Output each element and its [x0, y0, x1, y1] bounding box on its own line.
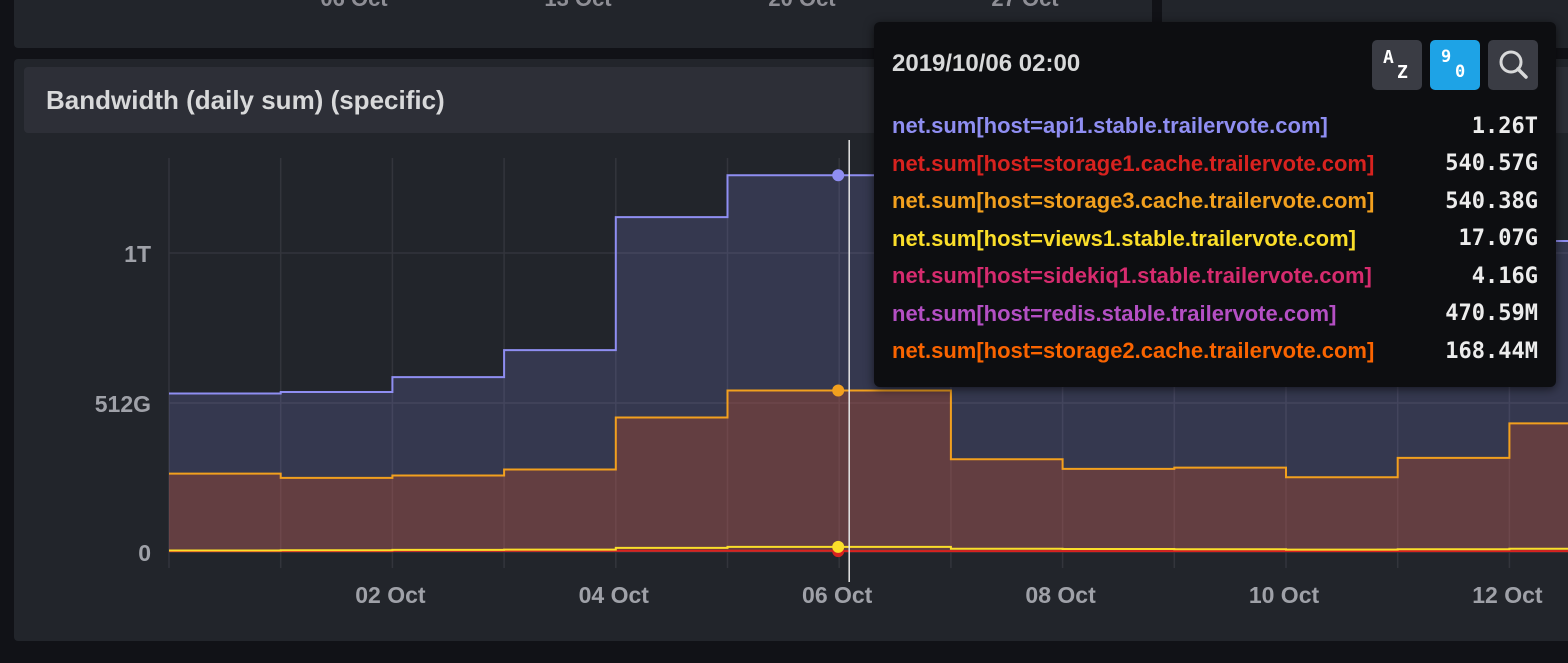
sort-alpha-button[interactable]: A Z: [1372, 40, 1422, 90]
tooltip-row: net.sum[host=storage2.cache.trailervote.…: [892, 335, 1538, 367]
sort-value-button[interactable]: 9 0: [1430, 40, 1480, 90]
y-tick-label: 1T: [124, 241, 151, 267]
search-icon: [1499, 50, 1528, 79]
search-button[interactable]: [1488, 40, 1538, 90]
tooltip-row: net.sum[host=redis.stable.trailervote.co…: [892, 298, 1538, 330]
tooltip-series-name: net.sum[host=storage3.cache.trailervote.…: [892, 188, 1375, 213]
tooltip-series-value: 4.16G: [1471, 263, 1538, 289]
hover-point: [832, 540, 845, 553]
tooltip-row: net.sum[host=storage1.cache.trailervote.…: [892, 148, 1538, 180]
sort-alpha-bottom: Z: [1397, 62, 1408, 83]
tooltip-row: net.sum[host=views1.stable.trailervote.c…: [892, 223, 1538, 255]
tooltip-row: net.sum[host=storage3.cache.trailervote.…: [892, 185, 1538, 217]
tooltip-series-value: 168.44M: [1445, 338, 1538, 364]
x-tick-label: 04 Oct: [579, 582, 650, 608]
x-tick-label: 06 Oct: [802, 582, 873, 608]
tooltip-series-value: 17.07G: [1458, 226, 1538, 251]
tooltip-row: net.sum[host=sidekiq1.stable.trailervote…: [892, 260, 1538, 292]
hover-point: [832, 169, 845, 182]
x-tick-label: 08 Oct: [1025, 582, 1096, 608]
x-tick-label: 10 Oct: [1249, 582, 1320, 608]
tooltip-series-value: 540.38G: [1445, 188, 1538, 214]
tooltip-series-name: net.sum[host=views1.stable.trailervote.c…: [892, 225, 1356, 251]
tooltip-series-name: net.sum[host=api1.stable.trailervote.com…: [892, 113, 1328, 138]
y-tick-label: 512G: [95, 391, 151, 417]
hover-point: [832, 384, 845, 397]
tooltip-series-name: net.sum[host=storage2.cache.trailervote.…: [892, 338, 1375, 363]
y-tick-label: 0: [138, 540, 151, 566]
tooltip-series-name: net.sum[host=sidekiq1.stable.trailervote…: [892, 263, 1372, 288]
sort-alpha-top: A: [1383, 47, 1394, 68]
sort-value-top: 9: [1441, 47, 1452, 67]
tooltip-series-name: net.sum[host=storage1.cache.trailervote.…: [892, 150, 1375, 176]
x-tick-label: 12 Oct: [1472, 582, 1543, 608]
tooltip-series-name: net.sum[host=redis.stable.trailervote.co…: [892, 300, 1337, 326]
tooltip-time: 2019/10/06 02:00: [892, 50, 1081, 77]
x-tick-label: 02 Oct: [355, 582, 426, 608]
sort-value-bottom: 0: [1455, 62, 1466, 82]
tooltip-series-value: 1.26T: [1471, 113, 1538, 139]
tooltip-series-value: 540.57G: [1445, 151, 1538, 176]
tooltip-row: net.sum[host=api1.stable.trailervote.com…: [892, 110, 1538, 142]
hover-tooltip: 2019/10/06 02:00 A Z 9 0 net.sum[host=ap…: [874, 22, 1556, 387]
tooltip-series-value: 470.59M: [1445, 301, 1538, 326]
